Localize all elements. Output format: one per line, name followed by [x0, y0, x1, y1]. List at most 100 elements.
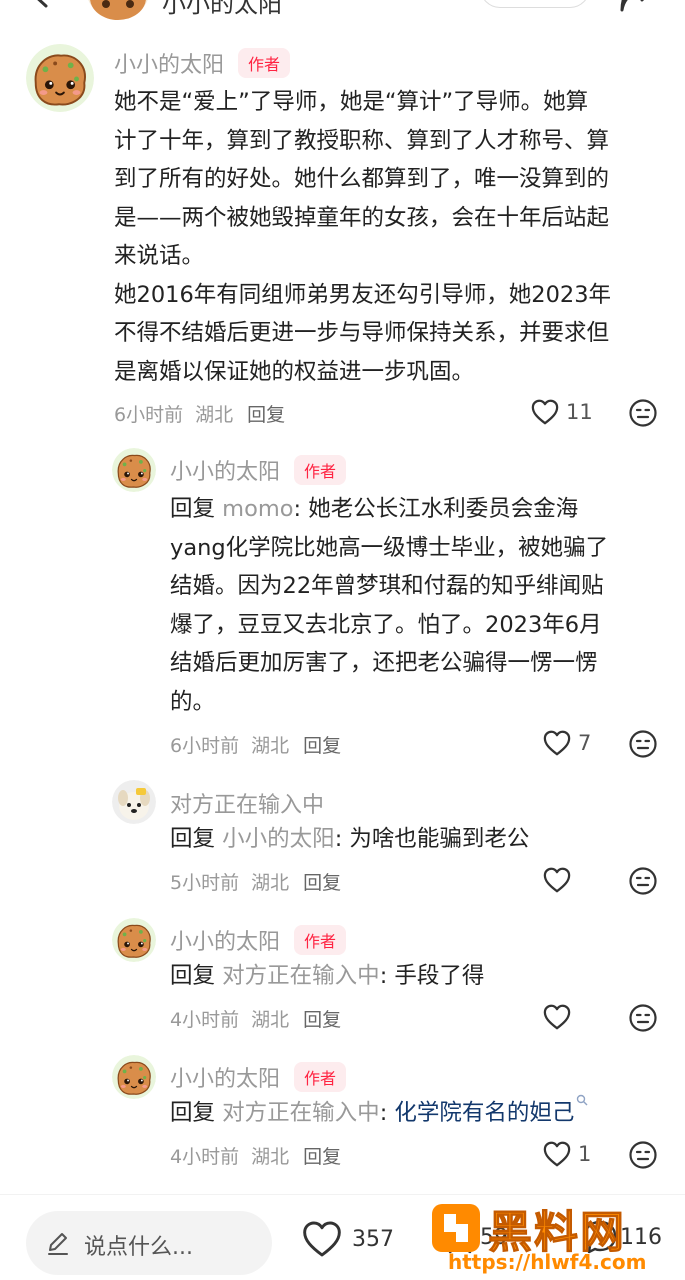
reply-prefix: 回复: [170, 963, 216, 989]
reply-target[interactable]: momo: [222, 496, 293, 522]
search-icon[interactable]: [576, 1094, 588, 1106]
commenter-name[interactable]: 小小的太阳: [170, 924, 280, 956]
reply-target[interactable]: 对方正在输入中: [222, 1100, 380, 1126]
follow-button[interactable]: 已关注: [480, 0, 590, 8]
comment-location: 湖北: [251, 1146, 290, 1168]
reply-target[interactable]: 小小的太阳: [222, 826, 335, 852]
comment-line: 到了所有的好处。她什么都算到了，唯一没算到的: [114, 166, 610, 192]
like-count: 11: [566, 400, 593, 424]
comment-input-placeholder: 说点什么...: [84, 1235, 193, 1260]
watermark-logo-icon: [432, 1204, 480, 1252]
commenter-name[interactable]: 小小的太阳: [170, 1061, 280, 1093]
comment-time: 6小时前: [114, 404, 184, 426]
comment-line: 她2016年有同组师弟男友还勾引导师，她2023年: [114, 281, 612, 308]
post-like-count: 357: [352, 1226, 394, 1252]
comment-line: 的。: [170, 688, 216, 715]
emoji-reply-icon[interactable]: [628, 866, 658, 896]
reply-prefix: 回复: [170, 826, 216, 852]
comment-time: 4小时前: [170, 1009, 240, 1031]
comment-location: 湖北: [251, 735, 290, 757]
like-button[interactable]: [542, 1003, 578, 1031]
comment-location: 湖北: [251, 872, 290, 894]
reply-button[interactable]: 回复: [303, 735, 341, 757]
avatar[interactable]: [112, 1055, 156, 1099]
author-badge: 作者: [294, 925, 347, 955]
comment-meta: 6小时前 湖北 回复: [170, 731, 353, 758]
comment-line: 她不是“爱上”了导师，她是“算计”了导师。她算: [114, 89, 589, 115]
comment-time: 6小时前: [170, 735, 240, 757]
heart-icon: [542, 1140, 572, 1168]
commenter-name[interactable]: 小小的太阳: [114, 47, 224, 79]
comment-line-text: : 为啥也能骗到老公: [334, 826, 530, 852]
comment-line: 来说话。: [114, 243, 205, 269]
like-button[interactable]: [542, 866, 578, 894]
comment-line-text: : 她老公长江水利委员会金海: [293, 496, 579, 522]
comment-header: 小小的太阳 作者: [170, 1061, 347, 1093]
comment-line-text: : 手段了得: [379, 963, 485, 989]
like-button[interactable]: 7: [542, 729, 591, 757]
pencil-icon: [48, 1233, 68, 1255]
comment-meta: 4小时前 湖北 回复: [170, 1142, 353, 1169]
avatar[interactable]: [26, 44, 94, 112]
comment-meta: 6小时前 湖北 回复: [114, 400, 297, 427]
comment-time: 4小时前: [170, 1146, 240, 1168]
comment-location: 湖北: [195, 404, 234, 426]
post-like-button[interactable]: 357: [300, 1219, 394, 1259]
watermark-url: https://hlwf4.com: [448, 1250, 647, 1274]
like-count: 1: [578, 1142, 592, 1166]
heart-icon: [542, 729, 572, 757]
author-badge: 作者: [294, 1062, 347, 1092]
header-title: 小小的太阳: [162, 0, 282, 18]
comment-meta: 5小时前 湖北 回复: [170, 868, 353, 895]
reply-button[interactable]: 回复: [303, 1009, 341, 1031]
heart-icon: [303, 1221, 341, 1257]
comment-line: 爆了，豆豆又去北京了。怕了。2023年6月: [170, 611, 602, 638]
heart-icon: [542, 1003, 572, 1031]
watermark: 黑料网 https://hlwf4.com: [430, 1194, 685, 1280]
reply-button[interactable]: 回复: [303, 872, 341, 894]
comment-line: yang化学院比她高一级博士毕业，被她骗了: [170, 534, 609, 561]
heart-icon: [542, 866, 572, 894]
comment-header: 小小的太阳 作者: [170, 454, 347, 486]
comment-line: 是离婚以保证她的权益进一步巩固。: [114, 358, 475, 385]
top-bar: 小小的太阳 已关注: [0, 0, 685, 22]
search-link[interactable]: 化学院有名的妲己: [394, 1100, 574, 1126]
like-button[interactable]: 1: [542, 1140, 591, 1168]
back-arrow-icon[interactable]: [28, 0, 54, 8]
author-badge: 作者: [294, 455, 347, 485]
like-count: 7: [578, 731, 592, 755]
comment-header: 小小的太阳 作者: [170, 924, 347, 956]
comment-text[interactable]: 回复 小小的太阳: 为啥也能骗到老公: [170, 820, 670, 859]
emoji-reply-icon[interactable]: [628, 1140, 658, 1170]
comment-line: 结婚。因为22年曾梦琪和付磊的知乎绯闻贴: [170, 573, 604, 599]
share-icon[interactable]: [614, 0, 654, 14]
reply-button[interactable]: 回复: [247, 404, 285, 426]
author-badge: 作者: [238, 48, 291, 78]
commenter-name[interactable]: 小小的太阳: [170, 454, 280, 486]
comment-meta: 4小时前 湖北 回复: [170, 1005, 353, 1032]
comment-line: 结婚后更加厉害了，还把老公骗得一愣一愣: [170, 650, 598, 676]
header-avatar[interactable]: [82, 0, 154, 24]
comment-header: 对方正在输入中: [170, 787, 324, 819]
commenter-name[interactable]: 对方正在输入中: [170, 787, 324, 819]
avatar[interactable]: [112, 780, 156, 824]
avatar[interactable]: [112, 448, 156, 492]
reply-button[interactable]: 回复: [303, 1146, 341, 1168]
emoji-reply-icon[interactable]: [628, 1003, 658, 1033]
comment-text[interactable]: 回复 对方正在输入中: 化学院有名的妲己: [170, 1094, 670, 1133]
comment-time: 5小时前: [170, 872, 240, 894]
comment-input[interactable]: 说点什么...: [26, 1211, 272, 1275]
comment-line-text: :: [379, 1100, 395, 1126]
avatar[interactable]: [112, 918, 156, 962]
comment-text[interactable]: 回复 对方正在输入中: 手段了得: [170, 957, 670, 996]
comment-text[interactable]: 回复 momo: 她老公长江水利委员会金海 yang化学院比她高一级博士毕业，被…: [170, 490, 670, 721]
heart-icon: [530, 398, 560, 426]
emoji-reply-icon[interactable]: [628, 729, 658, 759]
comment-location: 湖北: [251, 1009, 290, 1031]
reply-prefix: 回复: [170, 496, 216, 522]
comment-text[interactable]: 她不是“爱上”了导师，她是“算计”了导师。她算 计了十年，算到了教授职称、算到了…: [114, 83, 674, 391]
reply-prefix: 回复: [170, 1100, 216, 1126]
emoji-reply-icon[interactable]: [628, 398, 658, 428]
reply-target[interactable]: 对方正在输入中: [222, 963, 380, 989]
like-button[interactable]: 11: [530, 398, 593, 426]
